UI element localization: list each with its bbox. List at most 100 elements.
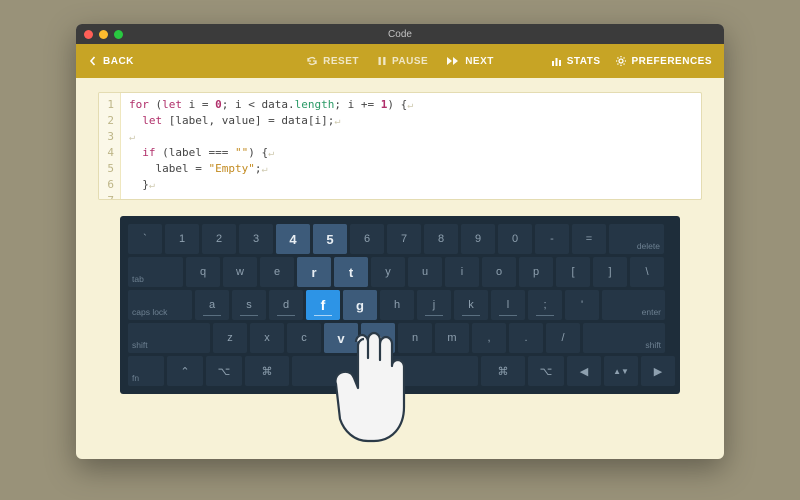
key-w[interactable]: w	[223, 257, 257, 287]
key-n[interactable]: n	[398, 323, 432, 353]
code-line: let [label, value] = data[i];↵	[129, 113, 413, 129]
key-shift-right[interactable]: shift	[583, 323, 665, 353]
stats-label: STATS	[567, 56, 601, 67]
fast-forward-icon	[446, 56, 460, 66]
line-number: 3	[103, 129, 114, 145]
key-command-right[interactable]: ⌘	[481, 356, 525, 386]
key-h[interactable]: h	[380, 290, 414, 320]
key-shift-left[interactable]: shift	[128, 323, 210, 353]
key-command-left[interactable]: ⌘	[245, 356, 289, 386]
key-x[interactable]: x	[250, 323, 284, 353]
key-arrow-left[interactable]: ◀	[567, 356, 601, 386]
line-number: 1	[103, 97, 114, 113]
key-u[interactable]: u	[408, 257, 442, 287]
key-backtick[interactable]: `	[128, 224, 162, 254]
next-button[interactable]: NEXT	[446, 56, 494, 67]
key-v[interactable]: v	[324, 323, 358, 353]
key-minus[interactable]: -	[535, 224, 569, 254]
key-m[interactable]: m	[435, 323, 469, 353]
key-l[interactable]: l	[491, 290, 525, 320]
key-comma[interactable]: ,	[472, 323, 506, 353]
key-o[interactable]: o	[482, 257, 516, 287]
key-equals[interactable]: =	[572, 224, 606, 254]
stats-button[interactable]: STATS	[551, 56, 601, 67]
key-option-right[interactable]: ⌥	[528, 356, 564, 386]
key-s[interactable]: s	[232, 290, 266, 320]
key-3[interactable]: 3	[239, 224, 273, 254]
newline-icon: ↵	[268, 148, 274, 159]
back-label: BACK	[103, 56, 134, 67]
keyboard-row: caps lock a s d f g h j k l ; ' enter	[128, 290, 672, 320]
key-e[interactable]: e	[260, 257, 294, 287]
key-semicolon[interactable]: ;	[528, 290, 562, 320]
key-i[interactable]: i	[445, 257, 479, 287]
key-caps-lock[interactable]: caps lock	[128, 290, 192, 320]
key-delete[interactable]: delete	[609, 224, 664, 254]
preferences-button[interactable]: PREFERENCES	[615, 55, 713, 67]
line-number: 7	[103, 193, 114, 200]
line-gutter: 1 2 3 4 5 6 7	[99, 93, 121, 199]
key-8[interactable]: 8	[424, 224, 458, 254]
key-q[interactable]: q	[186, 257, 220, 287]
key-backslash[interactable]: \	[630, 257, 664, 287]
key-g[interactable]: g	[343, 290, 377, 320]
key-0[interactable]: 0	[498, 224, 532, 254]
key-6[interactable]: 6	[350, 224, 384, 254]
pause-button[interactable]: PAUSE	[377, 56, 428, 67]
line-number: 5	[103, 161, 114, 177]
next-label: NEXT	[465, 56, 494, 67]
key-right-bracket[interactable]: ]	[593, 257, 627, 287]
key-arrow-updown[interactable]: ▲▼	[604, 356, 638, 386]
key-a[interactable]: a	[195, 290, 229, 320]
key-space[interactable]	[292, 356, 478, 386]
code-editor[interactable]: 1 2 3 4 5 6 7 for (let i = 0; i < data.l…	[98, 92, 702, 200]
newline-icon: ↵	[261, 164, 267, 175]
code-line: for (let i = 0; i < data.length; i += 1)…	[129, 97, 413, 113]
key-y[interactable]: y	[371, 257, 405, 287]
key-2[interactable]: 2	[202, 224, 236, 254]
chevron-left-icon	[88, 56, 98, 66]
key-enter[interactable]: enter	[602, 290, 665, 320]
key-5[interactable]: 5	[313, 224, 347, 254]
reset-button[interactable]: RESET	[306, 56, 359, 67]
key-d[interactable]: d	[269, 290, 303, 320]
window-title: Code	[76, 29, 724, 40]
key-r[interactable]: r	[297, 257, 331, 287]
line-number: 4	[103, 145, 114, 161]
newline-icon: ↵	[407, 100, 413, 111]
titlebar: Code	[76, 24, 724, 44]
key-9[interactable]: 9	[461, 224, 495, 254]
keyboard-row: fn ⌃ ⌥ ⌘ ⌘ ⌥ ◀ ▲▼ ▶	[128, 356, 672, 386]
code-line: ↵	[129, 129, 413, 145]
back-button[interactable]: BACK	[88, 56, 134, 67]
key-fn[interactable]: fn	[128, 356, 164, 386]
key-p[interactable]: p	[519, 257, 553, 287]
key-control[interactable]: ⌃	[167, 356, 203, 386]
key-7[interactable]: 7	[387, 224, 421, 254]
code-line: label = "Empty";↵	[129, 161, 413, 177]
key-z[interactable]: z	[213, 323, 247, 353]
content-area: 1 2 3 4 5 6 7 for (let i = 0; i < data.l…	[76, 78, 724, 408]
key-arrow-right[interactable]: ▶	[641, 356, 675, 386]
app-window: Code BACK RESET PAUSE	[76, 24, 724, 459]
key-quote[interactable]: '	[565, 290, 599, 320]
pause-icon	[377, 56, 387, 66]
key-left-bracket[interactable]: [	[556, 257, 590, 287]
key-tab[interactable]: tab	[128, 257, 183, 287]
key-k[interactable]: k	[454, 290, 488, 320]
key-f[interactable]: f	[306, 290, 340, 320]
key-j[interactable]: j	[417, 290, 451, 320]
key-slash[interactable]: /	[546, 323, 580, 353]
key-t[interactable]: t	[334, 257, 368, 287]
key-option-left[interactable]: ⌥	[206, 356, 242, 386]
key-period[interactable]: .	[509, 323, 543, 353]
key-c[interactable]: c	[287, 323, 321, 353]
key-b[interactable]: b	[361, 323, 395, 353]
gear-icon	[615, 55, 627, 67]
newline-icon: ↵	[129, 132, 135, 143]
key-1[interactable]: 1	[165, 224, 199, 254]
line-number: 2	[103, 113, 114, 129]
key-4[interactable]: 4	[276, 224, 310, 254]
pause-label: PAUSE	[392, 56, 428, 67]
code-line: }↵	[129, 177, 413, 193]
